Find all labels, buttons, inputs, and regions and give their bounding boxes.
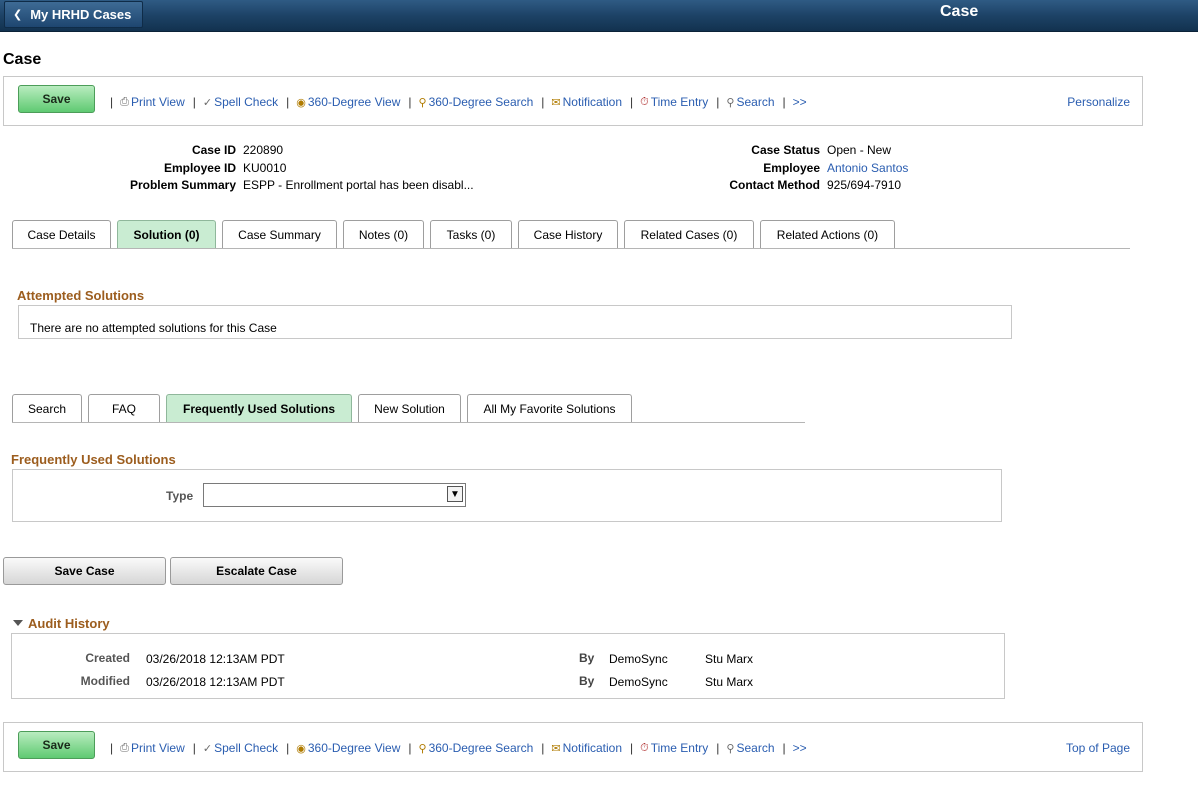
time-entry-link[interactable]: ⏱ Time Entry xyxy=(640,95,708,109)
tab-frequently-used-solutions[interactable]: Frequently Used Solutions xyxy=(166,394,352,422)
spell-check-icon: ✓ xyxy=(202,96,213,109)
printer-icon: ⎙ xyxy=(120,741,129,754)
save-button[interactable]: Save xyxy=(18,85,95,113)
tab-solution-search[interactable]: Search xyxy=(12,394,82,422)
modified-datetime: 03/26/2018 12:13AM PDT xyxy=(146,675,285,689)
header-title: Case xyxy=(940,3,979,20)
tab-all-favorite-solutions[interactable]: All My Favorite Solutions xyxy=(467,394,632,422)
tab-new-solution[interactable]: New Solution xyxy=(358,394,461,422)
audit-history-title[interactable]: Audit History xyxy=(28,616,110,631)
case-id-label: Case ID xyxy=(191,143,236,157)
created-by-id: DemoSync xyxy=(609,652,668,666)
stopwatch-icon: ⏱ xyxy=(640,741,649,754)
escalate-case-button[interactable]: Escalate Case xyxy=(170,557,343,585)
created-by-label: By xyxy=(579,651,595,665)
360-search-icon: ⚲ xyxy=(418,96,427,109)
type-select[interactable]: ▼ xyxy=(203,483,466,507)
360-search-link[interactable]: ⚲ 360-Degree Search xyxy=(419,741,534,755)
page-title: Case xyxy=(3,51,42,68)
created-label: Created xyxy=(85,651,130,665)
save-button-bottom[interactable]: Save xyxy=(18,731,95,759)
spell-check-icon: ✓ xyxy=(202,742,213,755)
notification-link[interactable]: ✉ Notification xyxy=(551,741,622,755)
top-toolbar: Save | ⎙ Print View | ✓ Spell Check | ◉ 360… xyxy=(3,76,1143,126)
personalize-link[interactable]: Personalize xyxy=(1067,95,1130,109)
360-search-link[interactable]: ⚲ 360-Degree Search xyxy=(419,95,534,109)
tab-solution[interactable]: Solution (0) xyxy=(117,220,216,248)
print-view-link[interactable]: ⎙ Print View xyxy=(120,95,185,109)
tab-divider xyxy=(12,248,1130,249)
employee-id-label: Employee ID xyxy=(163,161,236,175)
tab-case-history[interactable]: Case History xyxy=(518,220,618,248)
case-tabs: Case Details Solution (0) Case Summary N… xyxy=(12,220,901,248)
frequently-used-title: Frequently Used Solutions xyxy=(11,452,176,467)
360-view-icon: ◉ xyxy=(296,96,306,109)
360-view-link[interactable]: ◉ 360-Degree View xyxy=(296,95,400,109)
search-link[interactable]: ⚲ Search xyxy=(726,741,774,755)
case-status-value: Open - New xyxy=(827,143,892,157)
solution-tab-divider xyxy=(12,422,805,423)
spell-check-link[interactable]: ✓ Spell Check xyxy=(203,741,278,755)
search-link[interactable]: ⚲ Search xyxy=(726,95,774,109)
stopwatch-icon: ⏱ xyxy=(640,95,649,108)
modified-label: Modified xyxy=(80,674,130,688)
attempted-solutions-box: There are no attempted solutions for thi… xyxy=(18,305,1012,339)
audit-history-box: Created 03/26/2018 12:13AM PDT By DemoSy… xyxy=(11,633,1005,699)
employee-label: Employee xyxy=(763,161,820,175)
search-icon: ⚲ xyxy=(726,96,735,109)
more-toolbar-link[interactable]: >> xyxy=(793,741,807,755)
360-view-icon: ◉ xyxy=(296,742,306,755)
back-to-cases-button[interactable]: ❮ My HRHD Cases xyxy=(4,1,143,28)
tab-case-summary[interactable]: Case Summary xyxy=(222,220,337,248)
attempted-empty-message: There are no attempted solutions for thi… xyxy=(30,321,277,335)
more-toolbar-link[interactable]: >> xyxy=(793,95,807,109)
notification-icon: ✉ xyxy=(551,96,561,109)
tab-related-actions[interactable]: Related Actions (0) xyxy=(760,220,895,248)
collapse-triangle-icon[interactable] xyxy=(13,620,23,626)
top-of-page-link[interactable]: Top of Page xyxy=(1066,741,1130,755)
type-label: Type xyxy=(166,489,194,503)
contact-method-value: 925/694-7910 xyxy=(827,178,902,192)
printer-icon: ⎙ xyxy=(120,95,129,108)
notification-icon: ✉ xyxy=(551,742,561,755)
modified-by-name: Stu Marx xyxy=(705,675,754,689)
print-view-link[interactable]: ⎙ Print View xyxy=(120,741,185,755)
employee-id-value: KU0010 xyxy=(243,161,287,175)
tab-faq[interactable]: FAQ xyxy=(88,394,160,422)
header-bar: ❮ My HRHD Cases Case xyxy=(0,0,1198,32)
contact-method-label: Contact Method xyxy=(729,178,820,192)
tab-related-cases[interactable]: Related Cases (0) xyxy=(624,220,754,248)
time-entry-link[interactable]: ⏱ Time Entry xyxy=(640,741,708,755)
notification-link[interactable]: ✉ Notification xyxy=(551,95,622,109)
problem-summary-label: Problem Summary xyxy=(129,178,236,192)
360-view-link[interactable]: ◉ 360-Degree View xyxy=(296,741,400,755)
frequently-used-box: Type ▼ xyxy=(12,469,1002,522)
attempted-solutions-title: Attempted Solutions xyxy=(17,288,145,303)
chevron-left-icon: ❮ xyxy=(13,9,23,21)
modified-by-id: DemoSync xyxy=(609,675,668,689)
modified-by-label: By xyxy=(579,674,595,688)
solution-tabs: Search FAQ Frequently Used Solutions New… xyxy=(12,394,638,422)
back-button-label: My HRHD Cases xyxy=(30,7,132,22)
tab-notes[interactable]: Notes (0) xyxy=(343,220,424,248)
chevron-down-icon: ▼ xyxy=(447,486,463,502)
spell-check-link[interactable]: ✓ Spell Check xyxy=(203,95,278,109)
case-status-label: Case Status xyxy=(751,143,820,157)
tab-tasks[interactable]: Tasks (0) xyxy=(430,220,512,248)
created-by-name: Stu Marx xyxy=(705,652,754,666)
360-search-icon: ⚲ xyxy=(418,742,427,755)
search-icon: ⚲ xyxy=(726,742,735,755)
problem-summary-value: ESPP - Enrollment portal has been disabl… xyxy=(243,178,474,192)
created-datetime: 03/26/2018 12:13AM PDT xyxy=(146,652,285,666)
case-id-value: 220890 xyxy=(243,143,284,157)
bottom-toolbar: Save | ⎙ Print View | ✓ Spell Check | ◉ 360… xyxy=(3,722,1143,772)
employee-link[interactable]: Antonio Santos xyxy=(827,161,908,175)
tab-case-details[interactable]: Case Details xyxy=(12,220,111,248)
save-case-button[interactable]: Save Case xyxy=(3,557,166,585)
